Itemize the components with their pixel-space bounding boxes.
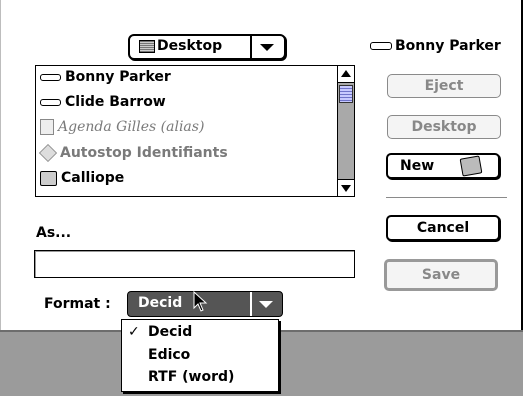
disk-icon	[40, 98, 61, 106]
arrow-down-icon	[341, 185, 351, 192]
format-label: Format :	[44, 296, 111, 312]
scroll-thumb[interactable]	[339, 85, 353, 103]
list-item[interactable]: Agenda Gilles (alias)	[40, 117, 204, 137]
desktop-folder-icon	[139, 40, 155, 53]
current-volume: Bonny Parker	[370, 38, 501, 54]
chevron-down-icon	[259, 301, 273, 308]
menu-item-label: Decid	[148, 324, 193, 340]
list-item-label: Autostop Identifiants	[60, 145, 228, 161]
location-popup[interactable]: Desktop	[128, 34, 286, 60]
cancel-button[interactable]: Cancel	[386, 215, 500, 241]
list-item[interactable]: Calliope	[40, 168, 124, 188]
arrow-up-icon	[341, 70, 351, 77]
format-selected-value: Decid	[138, 295, 183, 311]
check-icon: ✓	[128, 324, 140, 340]
list-item-label: Calliope	[61, 170, 125, 186]
eject-button[interactable]: Eject	[387, 74, 501, 98]
chevron-down-icon	[260, 44, 274, 51]
location-popup-label: Desktop	[157, 38, 223, 54]
scroll-down-button[interactable]	[338, 179, 354, 196]
menu-item-label: RTF (word)	[148, 369, 235, 385]
folder-icon	[40, 170, 57, 186]
save-button[interactable]: Save	[384, 259, 498, 291]
file-list[interactable]: Bonny Parker Clide Barrow Agenda Gilles …	[35, 65, 355, 197]
save-dialog: Desktop Bonny Parker Bonny Parker Clide …	[0, 0, 523, 332]
popup-divider	[250, 292, 252, 316]
file-name-field[interactable]	[34, 250, 355, 278]
menu-item-rtf[interactable]: RTF (word)	[122, 366, 278, 388]
menu-item-label: Edico	[148, 347, 191, 363]
menu-item-edico[interactable]: Edico	[122, 344, 278, 366]
list-item[interactable]: Autostop Identifiants	[38, 143, 228, 163]
list-item-label: Clide Barrow	[65, 94, 166, 110]
new-button-label: New	[400, 158, 435, 174]
application-icon	[38, 143, 58, 163]
menu-item-decid[interactable]: ✓ Decid	[122, 321, 278, 343]
new-folder-button[interactable]: New	[386, 153, 500, 179]
list-item-label: Bonny Parker	[65, 69, 171, 85]
scroll-up-button[interactable]	[338, 66, 354, 83]
list-item[interactable]: Clide Barrow	[40, 92, 166, 112]
button-separator	[386, 197, 507, 198]
desktop-button[interactable]: Desktop	[387, 115, 501, 139]
file-list-scrollbar[interactable]	[337, 66, 354, 196]
list-item-label: Agenda Gilles (alias)	[58, 119, 205, 135]
volume-label: Bonny Parker	[395, 38, 501, 54]
new-folder-icon	[459, 155, 483, 177]
popup-divider	[250, 36, 252, 58]
disk-icon	[370, 42, 392, 50]
disk-icon	[40, 73, 61, 81]
format-menu: ✓ Decid Edico RTF (word)	[121, 319, 279, 392]
as-label: As...	[36, 225, 72, 241]
list-item[interactable]: Bonny Parker	[40, 67, 171, 87]
document-alias-icon	[40, 119, 54, 135]
